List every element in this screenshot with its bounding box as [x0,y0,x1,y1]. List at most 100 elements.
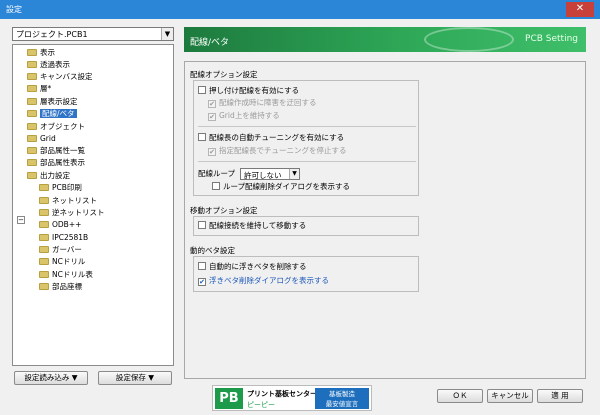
banner-tag-2: 最安値宣言 [325,400,359,408]
keep-connection-checkbox[interactable]: 配線接続を維持して移動する [198,221,306,231]
close-icon[interactable]: ✕ [566,2,594,17]
settings-panel: 配線オプション設定 押し付け配線を有効にする ✔ 配線作成時に障害を迂回する ✔ G… [184,61,586,379]
tree-item-label: 出力設定 [40,171,70,180]
tree-item-grid[interactable]: Grid [27,133,56,144]
cancel-button[interactable]: キャンセル [487,389,533,403]
tree-item-reverse-netlist[interactable]: 逆ネットリスト [39,207,105,218]
checkbox-label: 浮きベタ削除ダイアログを表示する [209,276,329,285]
tree-item-label: ODB++ [52,220,82,229]
tree-item-object[interactable]: オブジェクト [27,121,85,132]
tree-item-label: 部品属性一覧 [40,146,85,155]
checkbox-label: ループ配線削除ダイアログを表示する [223,182,351,191]
tree-item-display[interactable]: 表示 [27,47,55,58]
checkbox[interactable] [198,262,206,270]
push-route-checkbox[interactable]: 押し付け配線を有効にする [198,86,299,96]
dynamic-fill-group: 自動的に浮きベタを削除する ✔ 浮きベタ削除ダイアログを表示する [193,256,419,292]
tree-item-label: 層表示設定 [40,97,78,106]
header-decoration [424,27,514,52]
checkbox[interactable]: ✔ [198,278,206,286]
tree-item-part-attr-display[interactable]: 部品属性表示 [27,157,85,168]
checkbox[interactable] [198,221,206,229]
folder-icon [27,135,37,142]
tree-item-output[interactable]: 出力設定 [27,170,70,181]
section-header: 配線/ベタ PCB Setting [184,27,586,52]
show-delete-dialog-checkbox[interactable]: ✔ 浮きベタ削除ダイアログを表示する [198,276,329,286]
tree-item-part-attrs[interactable]: 部品属性一覧 [27,145,85,156]
folder-icon [39,246,49,253]
tree-item-transparency[interactable]: 透過表示 [27,59,70,70]
ok-button[interactable]: ＯＫ [437,389,483,403]
folder-icon [39,209,49,216]
tree-item-part-coords[interactable]: 部品座標 [39,281,82,292]
chevron-down-icon[interactable]: ▼ [161,28,173,40]
keep-grid-checkbox[interactable]: ✔ Grid上を維持する [208,111,280,121]
folder-icon [27,147,37,154]
tree-item-layers[interactable]: 層* [27,83,51,94]
routing-options-group: 押し付け配線を有効にする ✔ 配線作成時に障害を迂回する ✔ Grid上を維持する … [193,80,419,196]
tree-item-label: 表示 [40,48,55,57]
folder-icon [27,73,37,80]
auto-delete-fill-checkbox[interactable]: 自動的に浮きベタを削除する [198,262,307,272]
tree-item-gerber[interactable]: ガーバー [39,244,82,255]
folder-icon [27,172,37,179]
folder-icon [39,234,49,241]
stop-tuning-checkbox[interactable]: ✔ 指定配線長でチューニングを停止する [208,146,347,156]
tree-item-layer-display[interactable]: 層表示設定 [27,96,78,107]
checkbox-label: 押し付け配線を有効にする [209,86,300,95]
tree-item-canvas[interactable]: キャンバス設定 [27,71,93,82]
checkbox[interactable] [198,86,206,94]
save-settings-button[interactable]: 設定保存 ▼ [98,371,172,385]
avoid-obstacle-checkbox[interactable]: ✔ 配線作成時に障害を迂回する [208,98,317,108]
collapse-icon[interactable]: − [17,216,25,224]
apply-button[interactable]: 適 用 [537,389,583,403]
load-settings-button[interactable]: 設定読み込み ▼ [14,371,88,385]
folder-icon [27,49,37,56]
tree-item-nc-drill-table[interactable]: NCドリル表 [39,269,93,280]
tree-item-label: Grid [40,134,56,143]
tree-item-nc-drill[interactable]: NCドリル [39,256,85,267]
tree-item-routing[interactable]: 配線/ベタ [27,108,77,119]
tree-item-ipc2581b[interactable]: IPC2581B [39,232,88,243]
auto-tuning-checkbox[interactable]: 配線長の自動チューニングを有効にする [198,133,344,143]
tree-item-label: 逆ネットリスト [52,208,105,217]
tree-item-label: PCB印刷 [52,183,82,192]
chevron-down-icon[interactable]: ▼ [289,169,299,179]
tree-item-label: キャンバス設定 [40,72,93,81]
checkbox[interactable]: ✔ [208,113,216,121]
folder-icon [39,184,49,191]
loop-select[interactable]: 許可しない ▼ [240,168,300,180]
folder-icon [39,283,49,290]
tree-item-label: 部品属性表示 [40,158,85,167]
pb-logo: PB [215,388,243,409]
window-title: 設定 [6,5,22,14]
folder-icon [39,197,49,204]
tree-item-label: NCドリル [52,257,86,266]
banner-name: プリント基板センター [247,390,317,398]
section-title: 配線/ベタ [190,38,230,48]
folder-icon [27,110,37,117]
checkbox[interactable] [198,133,206,141]
checkbox-label: 配線作成時に障害を迂回する [219,98,317,107]
divider [198,161,416,162]
routing-options-title: 配線オプション設定 [190,70,258,79]
move-options-title: 移動オプション設定 [190,206,258,215]
checkbox[interactable]: ✔ [208,148,216,156]
checkbox-label: Grid上を維持する [219,111,280,120]
project-select[interactable]: プロジェクト.PCB1 ▼ [12,27,174,41]
checkbox[interactable] [212,182,220,190]
tree-item-odb[interactable]: ODB++ [39,219,81,230]
tree-item-label: 部品座標 [52,282,82,291]
folder-icon [27,98,37,105]
tree-item-label: NCドリル表 [52,270,93,279]
section-subtitle: PCB Setting [525,34,578,44]
tree-item-netlist[interactable]: ネットリスト [39,195,97,206]
banner-tag-1: 基板製造 [329,390,355,398]
divider [198,126,416,127]
checkbox-label: 指定配線長でチューニングを停止する [219,146,347,155]
checkbox[interactable]: ✔ [208,100,216,108]
sponsor-banner[interactable]: PB プリント基板センター ピーピー 基板製造 最安値宣言 [212,385,372,411]
loop-dialog-checkbox[interactable]: ループ配線削除ダイアログを表示する [212,182,350,192]
tree-item-pcb-print[interactable]: PCB印刷 [39,182,82,193]
tree-item-label: オブジェクト [40,122,85,131]
loop-label: 配線ループ [198,169,236,178]
